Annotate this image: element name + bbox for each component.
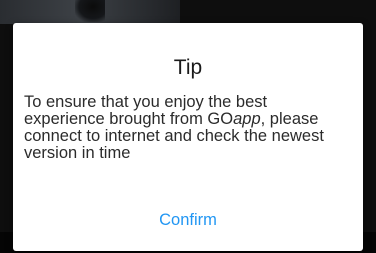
confirm-button[interactable]: Confirm	[133, 206, 243, 234]
dialog-message-text-start: To ensure that you enjoy the best experi…	[24, 93, 268, 128]
background-image-detail	[75, 0, 105, 22]
dialog-message-app-name: app	[233, 110, 261, 128]
tip-dialog: Tip To ensure that you enjoy the best ex…	[13, 23, 363, 251]
dialog-title: Tip	[173, 56, 203, 79]
dialog-message: To ensure that you enjoy the best experi…	[24, 94, 344, 162]
